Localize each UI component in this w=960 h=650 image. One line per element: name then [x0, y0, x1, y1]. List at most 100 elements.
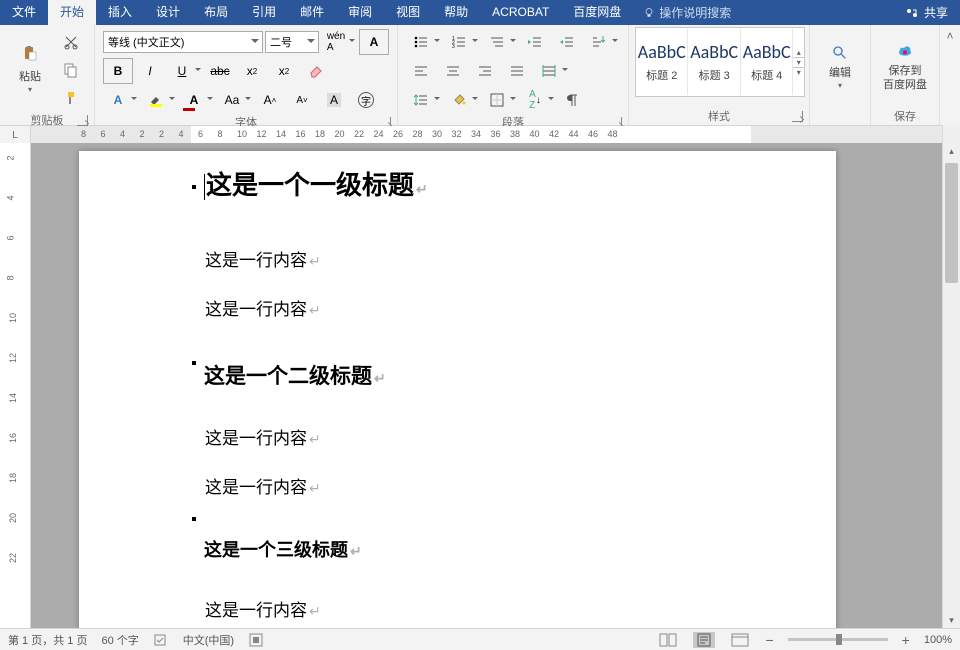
style-gallery-more[interactable]: ▴▾▾: [793, 48, 804, 77]
change-case-button[interactable]: Aa: [217, 87, 253, 113]
body-text[interactable]: 这是一行内容↵: [205, 596, 776, 621]
heading3[interactable]: 这是一个三级标题↵: [204, 536, 776, 562]
show-marks-button[interactable]: [558, 87, 588, 113]
decrease-indent-button[interactable]: [520, 29, 550, 55]
collapse-ribbon-button[interactable]: ˄: [940, 25, 960, 125]
body-text[interactable]: 这是一行内容↵: [205, 473, 776, 498]
bulb-icon: [643, 7, 655, 19]
italic-button[interactable]: I: [135, 58, 165, 84]
tab-design[interactable]: 设计: [144, 0, 192, 25]
multilevel-button[interactable]: [482, 29, 518, 55]
zoom-slider-handle[interactable]: [836, 634, 842, 645]
tab-insert[interactable]: 插入: [96, 0, 144, 25]
highlight-button[interactable]: [141, 87, 177, 113]
paste-button[interactable]: 粘贴 ▾: [6, 27, 54, 103]
increase-indent-button[interactable]: [552, 29, 582, 55]
bullets-button[interactable]: [406, 29, 442, 55]
macro-icon[interactable]: [248, 632, 264, 648]
style-gallery[interactable]: AaBbC标题 2 AaBbC标题 3 AaBbC标题 4 ▴▾▾: [635, 27, 805, 97]
enclose-char-button[interactable]: 字: [351, 87, 381, 113]
indent-icon: [559, 34, 575, 50]
numbering-icon: 123: [451, 34, 467, 50]
clipboard-dialog-launcher[interactable]: [77, 115, 88, 126]
tab-home[interactable]: 开始: [48, 0, 96, 25]
tab-view[interactable]: 视图: [384, 0, 432, 25]
tab-file[interactable]: 文件: [0, 0, 48, 25]
document-scroll[interactable]: 这是一个一级标题↵ 这是一行内容↵ 这是一行内容↵ 这是一个二级标题↵ 这是一行…: [31, 143, 960, 629]
split-handle[interactable]: [942, 125, 960, 144]
tab-review[interactable]: 审阅: [336, 0, 384, 25]
char-border-button[interactable]: A: [359, 29, 389, 55]
body-text[interactable]: 这是一行内容↵: [205, 295, 776, 320]
borders-button[interactable]: [482, 87, 518, 113]
text-effects-button[interactable]: A: [103, 87, 139, 113]
zoom-slider[interactable]: [788, 638, 888, 641]
zoom-out-button[interactable]: −: [765, 632, 773, 648]
justify-button[interactable]: [502, 58, 532, 84]
font-size-select[interactable]: 二号: [265, 31, 319, 53]
view-web-button[interactable]: [729, 632, 751, 648]
group-styles: AaBbC标题 2 AaBbC标题 3 AaBbC标题 4 ▴▾▾ 样式: [629, 25, 810, 125]
char-shading-button[interactable]: A: [319, 87, 349, 113]
outline-dot-icon: [192, 361, 196, 365]
font-color-button[interactable]: A: [179, 87, 215, 113]
style-heading3[interactable]: AaBbC标题 3: [688, 29, 740, 95]
align-center-button[interactable]: [438, 58, 468, 84]
spellcheck-icon[interactable]: [153, 632, 169, 648]
zoom-in-button[interactable]: +: [902, 632, 910, 648]
tab-layout[interactable]: 布局: [192, 0, 240, 25]
shrink-font-button[interactable]: A˅: [287, 87, 317, 113]
shading-button[interactable]: [444, 87, 480, 113]
tab-mail[interactable]: 邮件: [288, 0, 336, 25]
body-text[interactable]: 这是一行内容↵: [205, 424, 776, 449]
clear-format-button[interactable]: [301, 58, 331, 84]
copy-button[interactable]: [56, 57, 86, 83]
tab-acrobat[interactable]: ACROBAT: [480, 0, 561, 25]
superscript-button[interactable]: x2: [269, 58, 299, 84]
scroll-thumb[interactable]: [945, 163, 958, 283]
view-print-button[interactable]: [693, 632, 715, 648]
phonetic-guide-button[interactable]: wénA: [321, 29, 357, 55]
scroll-up-button[interactable]: ▴: [943, 143, 960, 160]
styles-dialog-launcher[interactable]: [792, 111, 803, 122]
ruler-corner[interactable]: L: [0, 126, 31, 144]
style-heading4[interactable]: AaBbC标题 4: [741, 29, 793, 95]
heading2[interactable]: 这是一个二级标题↵: [204, 360, 776, 390]
cut-button[interactable]: [56, 29, 86, 55]
sort-button[interactable]: AZ↓: [520, 87, 556, 113]
underline-button[interactable]: U: [167, 58, 203, 84]
tab-baidu[interactable]: 百度网盘: [561, 0, 633, 25]
status-words[interactable]: 60 个字: [101, 632, 138, 648]
align-left-button[interactable]: [406, 58, 436, 84]
grow-font-button[interactable]: A˄: [255, 87, 285, 113]
subscript-button[interactable]: x2: [237, 58, 267, 84]
tab-references[interactable]: 引用: [240, 0, 288, 25]
strike-button[interactable]: abc: [205, 58, 235, 84]
style-heading2[interactable]: AaBbC标题 2: [636, 29, 688, 95]
share-button[interactable]: 共享: [892, 4, 960, 21]
status-page[interactable]: 第 1 页，共 1 页: [8, 632, 87, 648]
heading1[interactable]: 这是一个一级标题↵: [204, 165, 776, 202]
scroll-down-button[interactable]: ▾: [943, 612, 960, 629]
format-painter-button[interactable]: [56, 85, 86, 111]
view-read-button[interactable]: [657, 632, 679, 648]
share-label: 共享: [924, 4, 948, 21]
distribute-button[interactable]: [534, 58, 570, 84]
align-right-button[interactable]: [470, 58, 500, 84]
tell-me[interactable]: 操作说明搜索: [633, 4, 741, 21]
bold-button[interactable]: B: [103, 58, 133, 84]
vertical-scrollbar[interactable]: ▴ ▾: [942, 143, 960, 629]
editing-button[interactable]: 编辑 ▾: [816, 27, 864, 103]
numbering-button[interactable]: 123: [444, 29, 480, 55]
line-spacing-button[interactable]: [406, 87, 442, 113]
status-lang[interactable]: 中文(中国): [183, 632, 234, 648]
align-left-icon: [413, 63, 429, 79]
pilcrow-icon: [565, 92, 581, 108]
tab-help[interactable]: 帮助: [432, 0, 480, 25]
font-name-select[interactable]: 等线 (中文正文): [103, 31, 263, 53]
left-to-right-button[interactable]: [584, 29, 620, 55]
zoom-level[interactable]: 100%: [924, 634, 952, 646]
body-text[interactable]: 这是一行内容↵: [205, 246, 776, 271]
save-to-baidu-button[interactable]: 保存到 百度网盘: [877, 27, 933, 103]
ruler-vertical[interactable]: 246810121416182022: [0, 143, 31, 629]
